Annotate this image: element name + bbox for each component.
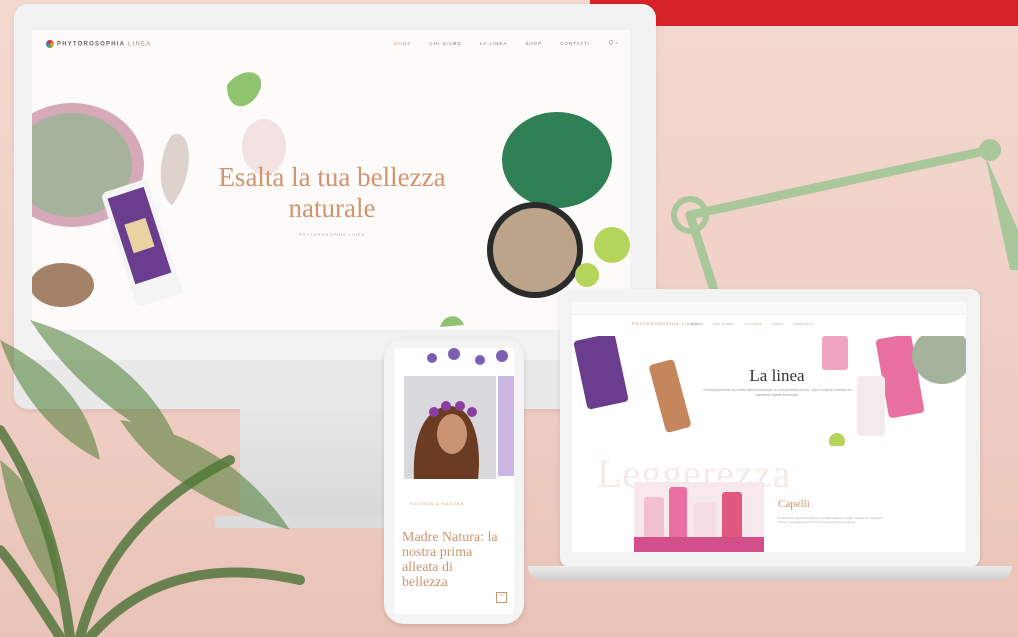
laptop-nav-shop[interactable]: SHOP (772, 322, 783, 326)
nav-shop[interactable]: SHOP (525, 41, 542, 46)
logo-accent: LINEA (128, 41, 152, 48)
mobile-kicker: SCIENZA & NATURA (410, 501, 465, 506)
capelli-image[interactable] (634, 482, 764, 552)
logo-icon (46, 40, 54, 48)
desktop-website: PHYTOROSOPHIA LINEA HOME CHI SIAMO LA LI… (32, 30, 630, 330)
palm-leaves (0, 320, 305, 637)
laptop-nav-chi-siamo[interactable]: CHI SIAMO (713, 322, 734, 326)
laptop-nav-home[interactable]: HOME (692, 322, 703, 326)
scroll-up-button[interactable]: ^ (496, 592, 507, 603)
logo-brand: PHYTOROSOPHIA (57, 41, 126, 48)
mobile-title: Madre Natura: la nostra prima alleata di… (402, 530, 498, 590)
hero-subtitle: PHYTOROSOPHIA LINEA (298, 232, 366, 237)
mobile-website: SCIENZA & NATURA Madre Natura: la nostra… (394, 348, 514, 614)
nav-home[interactable]: HOME (394, 41, 412, 46)
laptop-nav: HOME CHI SIAMO LA LINEA SHOP CONTATTI (692, 322, 813, 326)
main-nav: HOME CHI SIAMO LA LINEA SHOP CONTATTI (394, 41, 590, 46)
laptop-topbar (572, 302, 966, 315)
nav-icons: ⚲ ▫ (608, 39, 618, 47)
laptop-page-title: La linea (749, 366, 805, 385)
laptop-logo[interactable]: PHYTOROSOPHIA LINEA (632, 321, 698, 326)
menu-icon[interactable]: ▫ (616, 40, 618, 47)
laptop-intro-text: Un'ampia selezione di prodotti naturali … (702, 388, 852, 397)
nav-la-linea[interactable]: LA LINEA (480, 41, 508, 46)
laptop-base (528, 566, 1012, 580)
mobile-hero-image (394, 348, 514, 479)
laptop-website: PHYTOROSOPHIA LINEA HOME CHI SIAMO LA LI… (572, 302, 966, 552)
nav-contatti[interactable]: CONTATTI (560, 41, 590, 46)
site-logo[interactable]: PHYTOROSOPHIA LINEA (46, 40, 151, 48)
capelli-title[interactable]: Capelli (778, 498, 810, 510)
nav-chi-siamo[interactable]: CHI SIAMO (429, 41, 462, 46)
laptop-nav-la-linea[interactable]: LA LINEA (744, 322, 762, 326)
capelli-text: Prodotti per capelli formulati con estra… (778, 516, 884, 525)
laptop-nav-contatti[interactable]: CONTATTI (793, 322, 812, 326)
search-icon[interactable]: ⚲ (608, 40, 613, 47)
hero-title: Esalta la tua bellezza naturale (218, 162, 446, 223)
